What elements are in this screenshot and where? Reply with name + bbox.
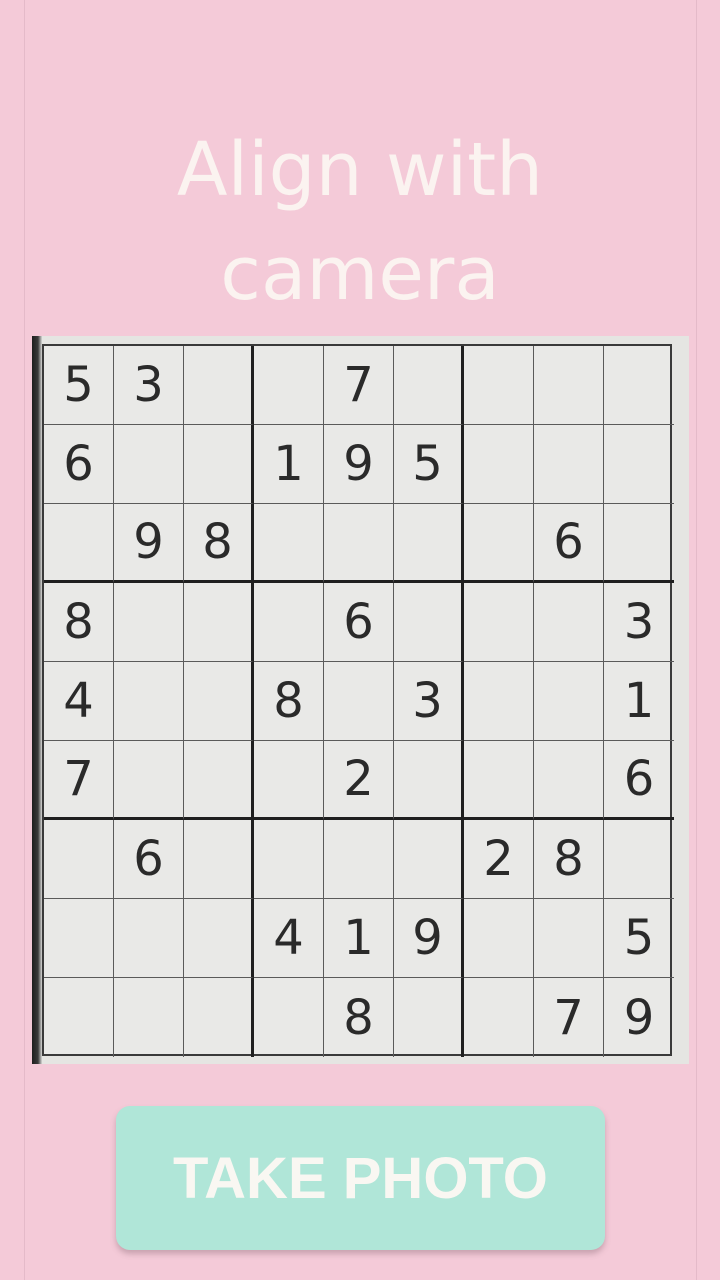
sudoku-cell	[534, 425, 604, 504]
sudoku-cell: 7	[324, 346, 394, 425]
sudoku-cell: 8	[44, 583, 114, 662]
sudoku-cell	[254, 978, 324, 1057]
sudoku-cell	[254, 346, 324, 425]
sudoku-cell: 3	[394, 662, 464, 741]
sudoku-cell	[114, 978, 184, 1057]
sudoku-cell	[604, 820, 674, 899]
sudoku-cell: 1	[604, 662, 674, 741]
sudoku-cell: 2	[464, 820, 534, 899]
sudoku-cell: 5	[604, 899, 674, 978]
sudoku-cell	[184, 662, 254, 741]
sudoku-cell: 9	[114, 504, 184, 583]
sudoku-cell	[534, 899, 604, 978]
sudoku-cell	[464, 504, 534, 583]
sudoku-cell: 9	[324, 425, 394, 504]
sudoku-cell: 2	[324, 741, 394, 820]
sudoku-cell	[254, 583, 324, 662]
sudoku-cell: 9	[394, 899, 464, 978]
sudoku-cell: 3	[604, 583, 674, 662]
sudoku-cell: 6	[44, 425, 114, 504]
sudoku-cell	[184, 346, 254, 425]
sudoku-cell	[394, 346, 464, 425]
sudoku-cell: 1	[254, 425, 324, 504]
sudoku-cell	[44, 504, 114, 583]
sudoku-cell	[324, 820, 394, 899]
sudoku-cell: 5	[394, 425, 464, 504]
sudoku-cell: 8	[324, 978, 394, 1057]
sudoku-cell	[114, 899, 184, 978]
sudoku-cell	[184, 741, 254, 820]
camera-preview-edge	[32, 336, 42, 1064]
sudoku-cell	[464, 741, 534, 820]
sudoku-cell	[44, 820, 114, 899]
sudoku-cell: 7	[44, 741, 114, 820]
sudoku-grid: 537619598686348317266284195879	[42, 344, 674, 1057]
sudoku-cell: 4	[44, 662, 114, 741]
sudoku-cell	[324, 504, 394, 583]
sudoku-cell	[44, 899, 114, 978]
instruction-line-2: camera	[220, 231, 500, 317]
sudoku-cell: 6	[114, 820, 184, 899]
sudoku-cell: 3	[114, 346, 184, 425]
sudoku-cell: 4	[254, 899, 324, 978]
sudoku-cell	[464, 425, 534, 504]
sudoku-cell	[464, 899, 534, 978]
instruction-line-1: Align with	[176, 127, 544, 213]
sudoku-cell: 8	[254, 662, 324, 741]
sudoku-cell	[114, 741, 184, 820]
sudoku-cell	[184, 820, 254, 899]
camera-preview: 537619598686348317266284195879	[32, 336, 689, 1064]
sudoku-cell	[464, 662, 534, 741]
sudoku-cell	[184, 425, 254, 504]
sudoku-cell	[114, 583, 184, 662]
sudoku-cell	[114, 662, 184, 741]
sudoku-cell	[394, 741, 464, 820]
sudoku-cell	[254, 820, 324, 899]
sudoku-cell: 9	[623, 989, 655, 1046]
sudoku-cell	[464, 346, 534, 425]
sudoku-cell: 8	[534, 820, 604, 899]
take-photo-button[interactable]: TAKE PHOTO	[116, 1106, 605, 1250]
sudoku-cell	[324, 662, 394, 741]
sudoku-cell	[604, 346, 674, 425]
sudoku-cell: 6	[324, 583, 394, 662]
sudoku-cell: 7	[534, 978, 604, 1057]
sudoku-cell	[394, 820, 464, 899]
sudoku-cell	[464, 583, 534, 662]
sudoku-cell	[534, 662, 604, 741]
sudoku-cell	[534, 583, 604, 662]
sudoku-cell: 6	[604, 741, 674, 820]
sudoku-cell	[464, 978, 534, 1057]
sudoku-cell: 8	[184, 504, 254, 583]
sudoku-cell	[534, 346, 604, 425]
sudoku-cell	[114, 425, 184, 504]
sudoku-cell	[44, 978, 114, 1057]
sudoku-cell	[184, 978, 254, 1057]
sudoku-cell	[394, 504, 464, 583]
sudoku-cell	[394, 978, 464, 1057]
sudoku-cell	[604, 504, 674, 583]
sudoku-cell	[604, 425, 674, 504]
sudoku-cell	[394, 583, 464, 662]
sudoku-cell	[184, 583, 254, 662]
sudoku-cell	[254, 741, 324, 820]
sudoku-cell	[534, 741, 604, 820]
sudoku-cell: 6	[534, 504, 604, 583]
sudoku-cell	[184, 899, 254, 978]
sudoku-cell	[254, 504, 324, 583]
instruction-text: Align with camera	[0, 118, 720, 326]
sudoku-cell: 5	[44, 346, 114, 425]
sudoku-cell: 1	[324, 899, 394, 978]
